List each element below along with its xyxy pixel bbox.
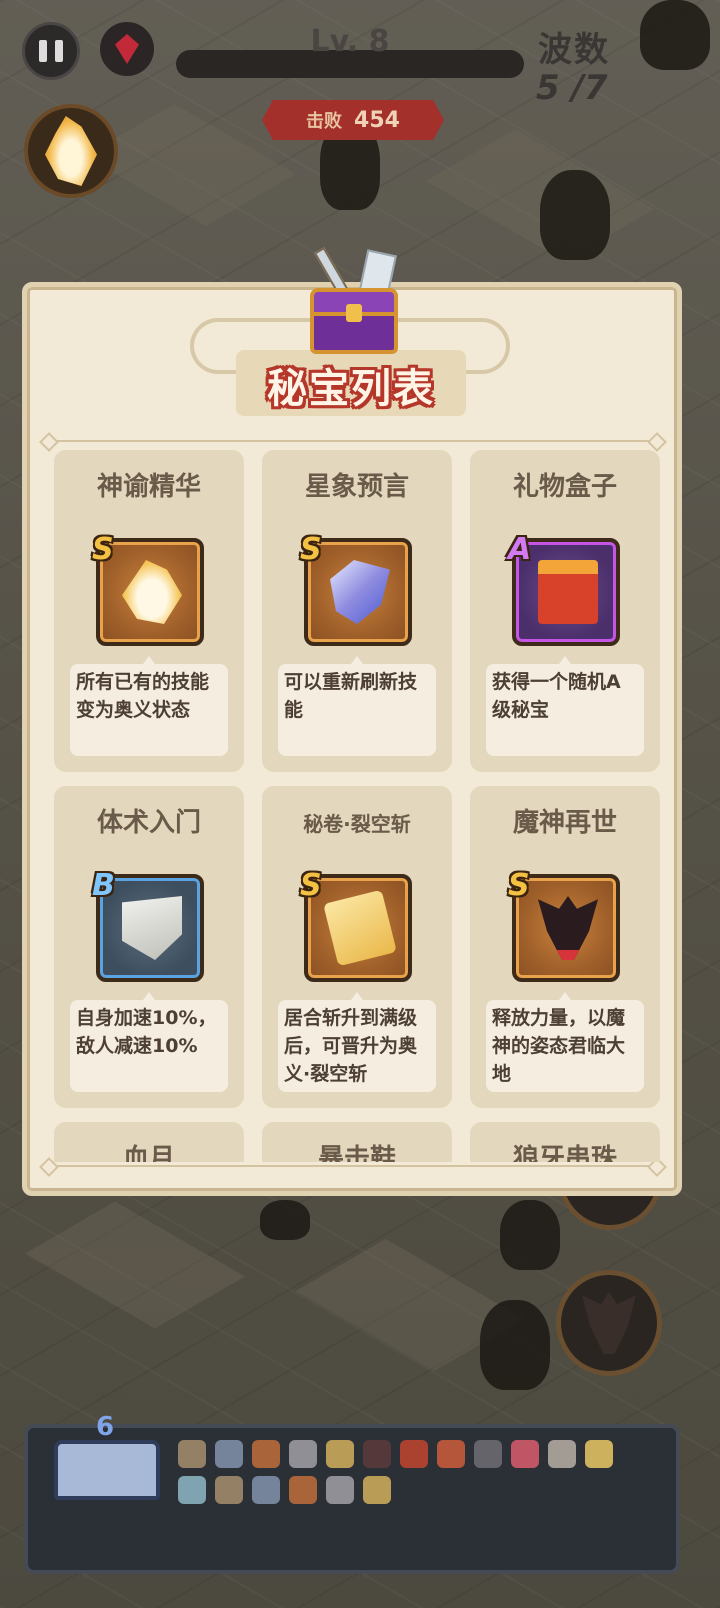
owned-treasure-icon[interactable] (289, 1476, 317, 1504)
treasure-card[interactable]: 秘卷·裂空斩 S 居合斩升到满级后，可晋升为奥义·裂空斩 (262, 786, 452, 1108)
book-count: 6 (95, 1412, 115, 1442)
treasure-description: 获得一个随机A级秘宝 (486, 656, 644, 756)
grade-badge: S (92, 532, 114, 567)
owned-treasure-icon[interactable] (511, 1440, 539, 1468)
golden-scroll-icon (323, 889, 397, 967)
grade-badge: S (300, 868, 322, 903)
treasure-name: 血月 (122, 1144, 175, 1162)
divider-bottom (46, 1165, 660, 1167)
grade-badge: S (508, 868, 530, 903)
owned-treasure-icon[interactable] (363, 1476, 391, 1504)
grade-badge: A (508, 532, 532, 567)
treasure-icon-frame: A (508, 532, 620, 646)
owned-treasure-icon[interactable] (178, 1476, 206, 1504)
owned-treasure-icon[interactable] (215, 1440, 243, 1468)
treasure-name: 魔神再世 (512, 808, 617, 838)
owned-treasure-list (178, 1440, 638, 1504)
treasure-name: 星象预言 (304, 472, 409, 502)
owned-treasure-icon[interactable] (326, 1476, 354, 1504)
treasure-card[interactable]: 体术入门 B 自身加速10%，敌人减速10% (54, 786, 244, 1108)
star-scroll-icon (330, 560, 390, 624)
grade-badge: B (92, 868, 115, 903)
treasure-description: 自身加速10%，敌人减速10% (70, 992, 228, 1092)
treasure-card[interactable]: 狼牙串珠 (470, 1122, 660, 1162)
treasure-description: 释放力量，以魔神的姿态君临大地 (486, 992, 644, 1092)
owned-treasure-icon[interactable] (252, 1440, 280, 1468)
owned-treasure-icon[interactable] (400, 1440, 428, 1468)
owned-treasure-icon[interactable] (474, 1440, 502, 1468)
panel-title: 秘宝列表 (267, 366, 435, 412)
martial-scroll-icon (122, 896, 182, 960)
gift-box-icon (538, 560, 598, 624)
treasure-card[interactable]: 魔神再世 S 释放力量，以魔神的姿态君临大地 (470, 786, 660, 1108)
owned-treasure-icon[interactable] (252, 1476, 280, 1504)
wave-count: 5 /7 (536, 68, 608, 108)
treasure-chest-icon (302, 238, 406, 356)
treasure-name: 神谕精华 (96, 472, 201, 502)
treasure-icon-frame: S (300, 532, 412, 646)
treasure-name: 狼牙串珠 (512, 1144, 617, 1162)
treasure-grid[interactable]: 神谕精华 S 所有已有的技能变为奥义状态 星象预言 S 可以重新刷新技能 礼物盒… (46, 448, 666, 1162)
treasure-name: 秘卷·裂空斩 (303, 812, 411, 836)
kill-counter-banner: 击败 454 (262, 100, 444, 140)
grade-badge: S (300, 532, 322, 567)
treasure-book-button[interactable]: 6 (48, 1410, 166, 1522)
treasure-card[interactable]: 神谕精华 S 所有已有的技能变为奥义状态 (54, 450, 244, 772)
treasure-card[interactable]: 礼物盒子 A 获得一个随机A级秘宝 (470, 450, 660, 772)
treasure-card[interactable]: 星象预言 S 可以重新刷新技能 (262, 450, 452, 772)
wave-label: 波数 (538, 30, 610, 70)
divider-top (46, 440, 660, 442)
treasure-icon-frame: S (508, 868, 620, 982)
owned-treasure-icon[interactable] (585, 1440, 613, 1468)
treasure-name: 礼物盒子 (512, 472, 617, 502)
treasure-icon-frame: B (92, 868, 204, 982)
level-label: Lv. 8 (310, 24, 390, 59)
demon-skill-button[interactable] (556, 1270, 662, 1376)
kill-count: 454 (354, 107, 400, 133)
owned-treasure-icon[interactable] (437, 1440, 465, 1468)
treasure-icon-frame: S (300, 868, 412, 982)
kill-label: 击败 (306, 111, 343, 132)
treasure-description: 可以重新刷新技能 (278, 656, 436, 756)
owned-treasure-icon[interactable] (363, 1440, 391, 1468)
treasure-description: 居合斩升到满级后，可晋升为奥义·裂空斩 (278, 992, 436, 1092)
owned-treasure-icon[interactable] (178, 1440, 206, 1468)
treasure-icon-frame: S (92, 532, 204, 646)
demon-mask-icon (538, 896, 598, 960)
treasure-name: 体术入门 (96, 808, 201, 838)
red-gem-icon (100, 22, 154, 76)
owned-treasure-icon[interactable] (289, 1440, 317, 1468)
treasure-description: 所有已有的技能变为奥义状态 (70, 656, 228, 756)
flame-shard-icon (122, 560, 182, 624)
treasure-card[interactable]: 血月 (54, 1122, 244, 1162)
owned-treasure-icon[interactable] (215, 1476, 243, 1504)
owned-treasure-icon[interactable] (326, 1440, 354, 1468)
active-skill-button[interactable] (24, 104, 118, 198)
pause-button[interactable] (22, 22, 80, 80)
treasure-card[interactable]: 暴击鞋 (262, 1122, 452, 1162)
owned-treasure-icon[interactable] (548, 1440, 576, 1468)
treasure-name: 暴击鞋 (317, 1144, 396, 1162)
